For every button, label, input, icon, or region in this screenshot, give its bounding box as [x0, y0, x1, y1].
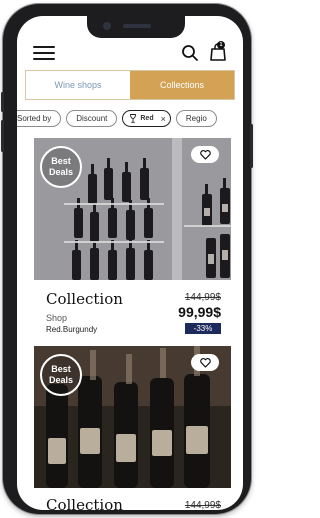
- wine-shelf-image: Best Deals: [34, 138, 231, 280]
- filter-chips: Sorted by Discount Red × Regio: [17, 110, 222, 128]
- card-title: Collection: [46, 290, 123, 308]
- filter-sorted-by[interactable]: Sorted by: [17, 110, 62, 127]
- menu-icon[interactable]: [33, 46, 55, 60]
- front-camera: [103, 22, 111, 30]
- tab-bar: Wine shops Collections: [25, 70, 235, 100]
- filter-red[interactable]: Red ×: [122, 110, 171, 127]
- tab-wine-shops[interactable]: Wine shops: [26, 71, 130, 99]
- screen: 1 Wine shops Collections Sorted by Discou…: [17, 16, 243, 510]
- collection-card[interactable]: Best Deals Collection Shop Red.Burgundy 1…: [34, 138, 231, 346]
- shopping-bag-icon[interactable]: 1: [209, 41, 227, 62]
- chip-label: Red: [140, 115, 154, 122]
- best-deals-badge: Best Deals: [40, 146, 82, 188]
- volume-button: [1, 120, 4, 152]
- chip-label: Discount: [76, 114, 108, 123]
- badge-line: Deals: [48, 167, 74, 177]
- favorite-button[interactable]: [191, 354, 219, 371]
- chip-label: Sorted by: [17, 114, 52, 123]
- chip-label: Regio: [185, 114, 207, 123]
- card-title: Collection: [46, 496, 123, 510]
- best-deals-badge: Best Deals: [40, 354, 82, 396]
- badge-line: Best: [51, 364, 71, 374]
- close-icon[interactable]: ×: [161, 114, 166, 124]
- volume-button: [1, 92, 4, 112]
- wine-glass-icon: [130, 114, 137, 123]
- heart-icon: [199, 149, 211, 160]
- cart-count-badge: 1: [217, 41, 225, 49]
- power-button: [250, 124, 253, 168]
- badge-line: Best: [51, 156, 71, 166]
- old-price: 144,99$: [184, 500, 221, 510]
- heart-icon: [199, 357, 211, 368]
- filter-region[interactable]: Regio: [175, 110, 217, 127]
- speaker: [123, 24, 151, 28]
- wine-bottles-image: Best Deals: [34, 346, 231, 488]
- card-region: Red.Burgundy: [46, 325, 98, 334]
- discount-badge: -33%: [185, 323, 221, 334]
- app-header: 1: [17, 40, 243, 66]
- phone-frame: 1 Wine shops Collections Sorted by Discou…: [1, 4, 253, 514]
- favorite-button[interactable]: [191, 146, 219, 163]
- tab-collections[interactable]: Collections: [130, 71, 234, 99]
- notch: [87, 16, 185, 38]
- filter-discount[interactable]: Discount: [66, 110, 118, 127]
- search-icon[interactable]: [181, 44, 199, 62]
- price: 99,99$: [178, 304, 221, 320]
- collection-card[interactable]: Best Deals Collection 144,99$: [34, 346, 231, 510]
- badge-line: Deals: [48, 375, 74, 385]
- old-price: 144,99$: [184, 292, 221, 303]
- card-shop: Shop: [46, 313, 68, 323]
